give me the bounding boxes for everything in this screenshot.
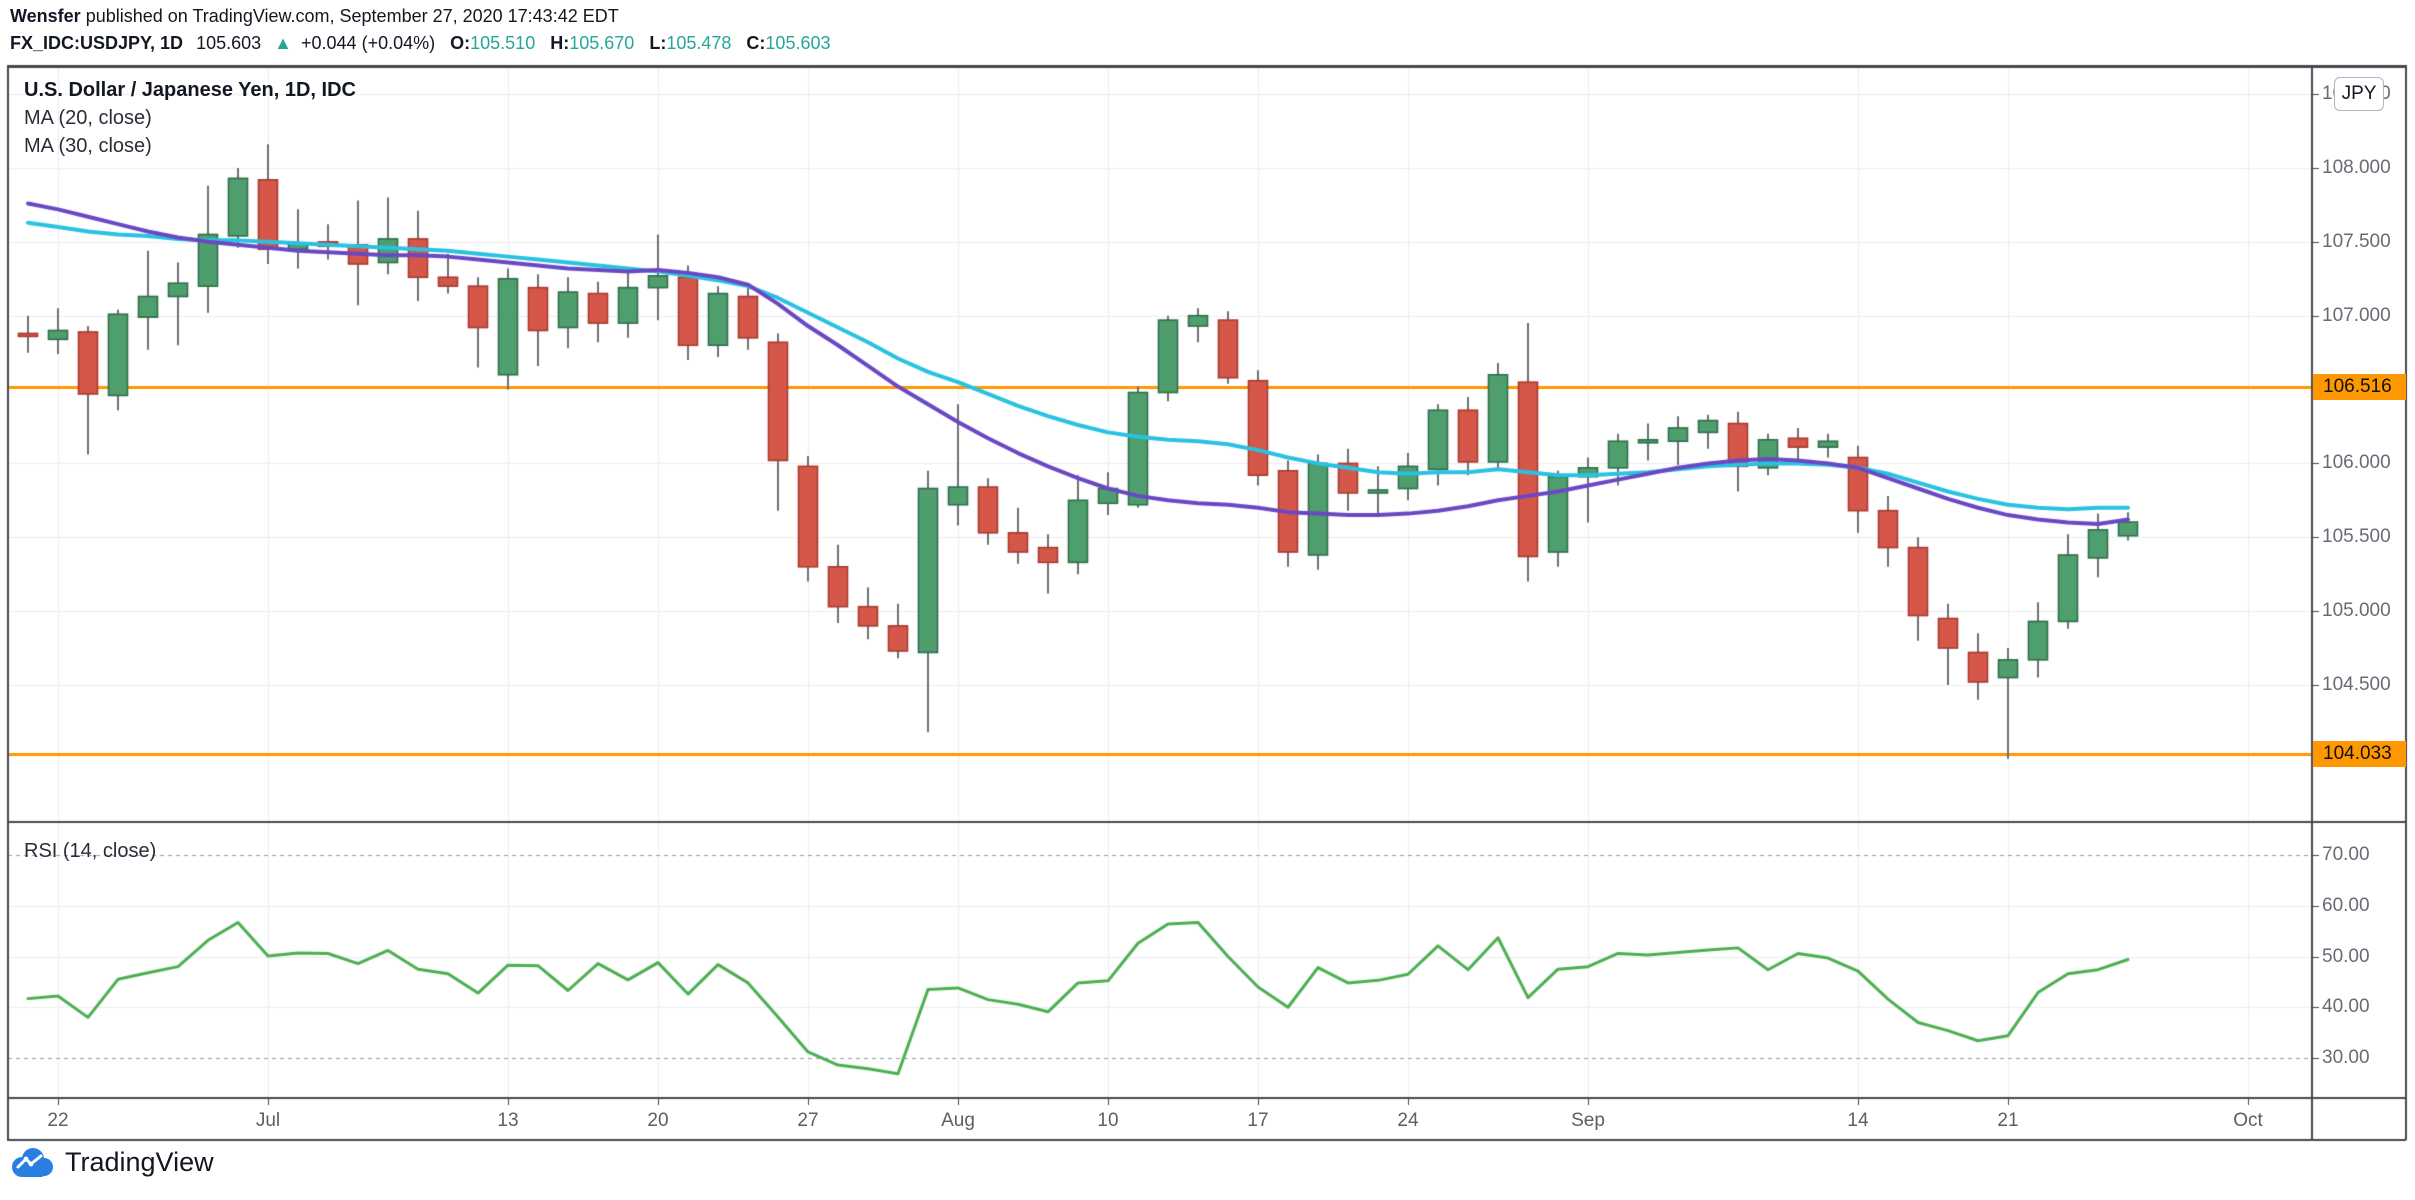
author-name: Wensfer <box>10 6 81 26</box>
price-axis-label: 107.500 <box>2322 231 2391 253</box>
chart-legend: U.S. Dollar / Japanese Yen, 1D, IDC MA (… <box>24 76 356 160</box>
price-axis-label: 107.000 <box>2322 305 2391 327</box>
time-axis-label[interactable]: Oct <box>2233 1110 2263 1132</box>
time-axis-label[interactable]: 22 <box>47 1110 68 1132</box>
price-change: +0.044 (+0.04%) <box>301 33 435 53</box>
price-axis-label: 105.000 <box>2322 600 2391 622</box>
high-value: 105.670 <box>569 33 634 53</box>
publish-byline: Wensfer published on TradingView.com, Se… <box>10 6 619 27</box>
legend-rsi[interactable]: RSI (14, close) <box>24 840 156 863</box>
low-value: 105.478 <box>666 33 731 53</box>
currency-toggle-button[interactable]: JPY <box>2334 77 2384 111</box>
legend-ma30[interactable]: MA (30, close) <box>24 132 356 160</box>
close-label: C: <box>746 33 765 53</box>
rsi-axis-label: 70.00 <box>2322 844 2370 866</box>
time-axis-label[interactable]: 17 <box>1247 1110 1268 1132</box>
rsi-axis-label: 30.00 <box>2322 1047 2370 1069</box>
time-axis-label[interactable]: 10 <box>1097 1110 1118 1132</box>
last-price: 105.603 <box>196 33 261 53</box>
price-level-badge: 106.516 <box>2313 374 2406 400</box>
time-axis-label[interactable]: Jul <box>256 1110 280 1132</box>
high-label: H: <box>550 33 569 53</box>
tradingview-logo-text: TradingView <box>65 1147 214 1178</box>
low-label: L: <box>649 33 666 53</box>
price-axis-label: 108.000 <box>2322 157 2391 179</box>
publish-info: published on TradingView.com, September … <box>81 6 619 26</box>
price-axis-label: 105.500 <box>2322 526 2391 548</box>
tradingview-snapshot: Wensfer published on TradingView.com, Se… <box>0 0 2415 1200</box>
price-axis-label: 106.000 <box>2322 452 2391 474</box>
time-axis-label[interactable]: Sep <box>1571 1110 1605 1132</box>
rsi-axis-label: 60.00 <box>2322 895 2370 917</box>
time-axis-label[interactable]: Aug <box>941 1110 975 1132</box>
legend-symbol-title[interactable]: U.S. Dollar / Japanese Yen, 1D, IDC <box>24 76 356 104</box>
price-level-badge: 104.033 <box>2313 741 2406 767</box>
price-axis-label: 104.500 <box>2322 674 2391 696</box>
time-axis-label[interactable]: 21 <box>1997 1110 2018 1132</box>
rsi-axis-label: 40.00 <box>2322 996 2370 1018</box>
tradingview-cloud-icon <box>10 1146 56 1179</box>
open-value: 105.510 <box>470 33 535 53</box>
time-axis-label[interactable]: 20 <box>647 1110 668 1132</box>
time-axis-label[interactable]: 24 <box>1397 1110 1418 1132</box>
tradingview-watermark[interactable]: TradingView <box>10 1146 214 1179</box>
symbol-status-line: FX_IDC:USDJPY, 1D 105.603 ▲ +0.044 (+0.0… <box>10 33 831 54</box>
rsi-axis-label: 50.00 <box>2322 946 2370 968</box>
open-label: O: <box>450 33 470 53</box>
close-value: 105.603 <box>765 33 830 53</box>
symbol-label: FX_IDC:USDJPY, 1D <box>10 33 183 53</box>
legend-ma20[interactable]: MA (20, close) <box>24 104 356 132</box>
time-axis-label[interactable]: 13 <box>497 1110 518 1132</box>
time-axis-label[interactable]: 14 <box>1847 1110 1868 1132</box>
price-chart-canvas[interactable] <box>0 0 2415 1200</box>
up-triangle-icon: ▲ <box>274 33 292 53</box>
time-axis-label[interactable]: 27 <box>797 1110 818 1132</box>
